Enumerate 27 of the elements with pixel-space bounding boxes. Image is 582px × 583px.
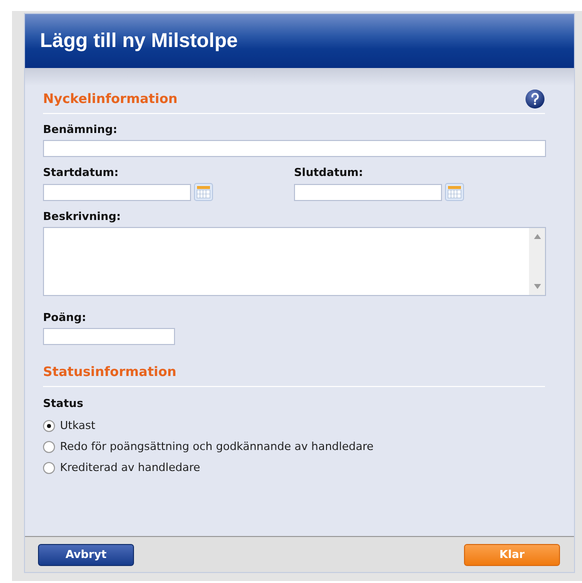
field-label: Status <box>43 397 84 410</box>
field-label: Slutdatum: <box>294 166 364 179</box>
field-label: Poäng: <box>43 311 88 324</box>
description-textarea[interactable] <box>43 227 546 296</box>
name-input[interactable] <box>43 140 546 157</box>
radio-label[interactable]: Redo för poängsättning och godkännande av handledare <box>60 440 374 453</box>
calendar-icon[interactable] <box>445 183 464 201</box>
radio-label[interactable]: Utkast <box>60 419 96 432</box>
end-date-input[interactable] <box>294 184 442 200</box>
field-label: Startdatum: <box>43 166 120 179</box>
section-heading: Statusinformation <box>43 364 176 380</box>
scrollbar[interactable] <box>529 228 545 295</box>
radio-button[interactable] <box>43 462 55 474</box>
start-date-input[interactable] <box>43 184 191 200</box>
dialog-title: Lägg till ny Milstolpe <box>40 30 238 52</box>
help-icon[interactable] <box>525 89 545 109</box>
points-input[interactable] <box>43 328 175 345</box>
radio-button[interactable] <box>43 420 55 432</box>
radio-label[interactable]: Krediterad av handledare <box>60 461 200 474</box>
radio-button[interactable] <box>43 440 55 452</box>
field-label: Beskrivning: <box>43 210 122 223</box>
scroll-up-icon[interactable] <box>534 234 540 239</box>
field-label: Benämning: <box>43 123 118 136</box>
section-heading: Nyckelinformation <box>43 92 178 106</box>
calendar-icon[interactable] <box>194 183 213 201</box>
scroll-down-icon[interactable] <box>534 284 540 289</box>
cancel-button[interactable]: Avbryt <box>38 544 134 566</box>
